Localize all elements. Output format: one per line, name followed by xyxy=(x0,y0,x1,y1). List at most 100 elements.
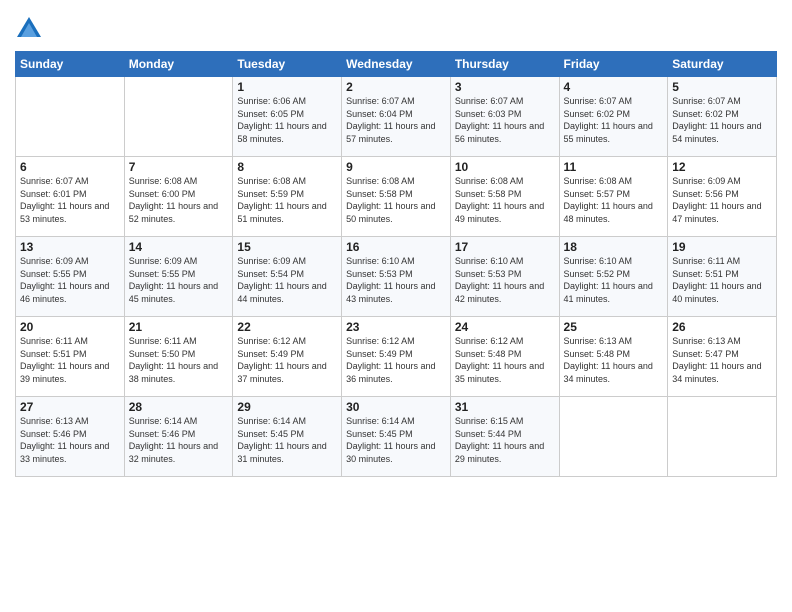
calendar-cell: 30Sunrise: 6:14 AMSunset: 5:45 PMDayligh… xyxy=(342,397,451,477)
calendar-cell: 11Sunrise: 6:08 AMSunset: 5:57 PMDayligh… xyxy=(559,157,668,237)
header-row: SundayMondayTuesdayWednesdayThursdayFrid… xyxy=(16,52,777,77)
day-number: 8 xyxy=(237,160,337,174)
week-row-4: 20Sunrise: 6:11 AMSunset: 5:51 PMDayligh… xyxy=(16,317,777,397)
cell-info: Sunrise: 6:08 AMSunset: 6:00 PMDaylight:… xyxy=(129,175,229,225)
day-number: 2 xyxy=(346,80,446,94)
calendar-cell: 5Sunrise: 6:07 AMSunset: 6:02 PMDaylight… xyxy=(668,77,777,157)
cell-info: Sunrise: 6:13 AMSunset: 5:47 PMDaylight:… xyxy=(672,335,772,385)
week-row-5: 27Sunrise: 6:13 AMSunset: 5:46 PMDayligh… xyxy=(16,397,777,477)
day-number: 5 xyxy=(672,80,772,94)
cell-info: Sunrise: 6:15 AMSunset: 5:44 PMDaylight:… xyxy=(455,415,555,465)
cell-info: Sunrise: 6:14 AMSunset: 5:45 PMDaylight:… xyxy=(237,415,337,465)
calendar-cell: 12Sunrise: 6:09 AMSunset: 5:56 PMDayligh… xyxy=(668,157,777,237)
day-number: 19 xyxy=(672,240,772,254)
day-number: 28 xyxy=(129,400,229,414)
header-day-saturday: Saturday xyxy=(668,52,777,77)
day-number: 20 xyxy=(20,320,120,334)
header-day-tuesday: Tuesday xyxy=(233,52,342,77)
calendar-cell: 15Sunrise: 6:09 AMSunset: 5:54 PMDayligh… xyxy=(233,237,342,317)
cell-info: Sunrise: 6:10 AMSunset: 5:52 PMDaylight:… xyxy=(564,255,664,305)
cell-info: Sunrise: 6:10 AMSunset: 5:53 PMDaylight:… xyxy=(455,255,555,305)
day-number: 9 xyxy=(346,160,446,174)
week-row-3: 13Sunrise: 6:09 AMSunset: 5:55 PMDayligh… xyxy=(16,237,777,317)
calendar-cell: 13Sunrise: 6:09 AMSunset: 5:55 PMDayligh… xyxy=(16,237,125,317)
calendar-cell: 31Sunrise: 6:15 AMSunset: 5:44 PMDayligh… xyxy=(450,397,559,477)
calendar-container: SundayMondayTuesdayWednesdayThursdayFrid… xyxy=(0,0,792,612)
cell-info: Sunrise: 6:09 AMSunset: 5:56 PMDaylight:… xyxy=(672,175,772,225)
cell-info: Sunrise: 6:09 AMSunset: 5:54 PMDaylight:… xyxy=(237,255,337,305)
day-number: 11 xyxy=(564,160,664,174)
calendar-cell: 9Sunrise: 6:08 AMSunset: 5:58 PMDaylight… xyxy=(342,157,451,237)
day-number: 25 xyxy=(564,320,664,334)
calendar-cell: 18Sunrise: 6:10 AMSunset: 5:52 PMDayligh… xyxy=(559,237,668,317)
cell-info: Sunrise: 6:11 AMSunset: 5:51 PMDaylight:… xyxy=(20,335,120,385)
calendar-cell: 23Sunrise: 6:12 AMSunset: 5:49 PMDayligh… xyxy=(342,317,451,397)
cell-info: Sunrise: 6:08 AMSunset: 5:57 PMDaylight:… xyxy=(564,175,664,225)
day-number: 15 xyxy=(237,240,337,254)
logo-icon xyxy=(15,15,43,43)
cell-info: Sunrise: 6:08 AMSunset: 5:58 PMDaylight:… xyxy=(455,175,555,225)
calendar-cell: 16Sunrise: 6:10 AMSunset: 5:53 PMDayligh… xyxy=(342,237,451,317)
calendar-cell: 19Sunrise: 6:11 AMSunset: 5:51 PMDayligh… xyxy=(668,237,777,317)
calendar-cell: 1Sunrise: 6:06 AMSunset: 6:05 PMDaylight… xyxy=(233,77,342,157)
cell-info: Sunrise: 6:08 AMSunset: 5:59 PMDaylight:… xyxy=(237,175,337,225)
week-row-1: 1Sunrise: 6:06 AMSunset: 6:05 PMDaylight… xyxy=(16,77,777,157)
calendar-cell: 4Sunrise: 6:07 AMSunset: 6:02 PMDaylight… xyxy=(559,77,668,157)
day-number: 31 xyxy=(455,400,555,414)
day-number: 30 xyxy=(346,400,446,414)
calendar-cell: 28Sunrise: 6:14 AMSunset: 5:46 PMDayligh… xyxy=(124,397,233,477)
cell-info: Sunrise: 6:07 AMSunset: 6:04 PMDaylight:… xyxy=(346,95,446,145)
cell-info: Sunrise: 6:14 AMSunset: 5:46 PMDaylight:… xyxy=(129,415,229,465)
header-day-thursday: Thursday xyxy=(450,52,559,77)
cell-info: Sunrise: 6:12 AMSunset: 5:48 PMDaylight:… xyxy=(455,335,555,385)
calendar-cell: 7Sunrise: 6:08 AMSunset: 6:00 PMDaylight… xyxy=(124,157,233,237)
day-number: 24 xyxy=(455,320,555,334)
calendar-cell: 26Sunrise: 6:13 AMSunset: 5:47 PMDayligh… xyxy=(668,317,777,397)
day-number: 29 xyxy=(237,400,337,414)
day-number: 17 xyxy=(455,240,555,254)
calendar-cell: 24Sunrise: 6:12 AMSunset: 5:48 PMDayligh… xyxy=(450,317,559,397)
calendar-cell: 22Sunrise: 6:12 AMSunset: 5:49 PMDayligh… xyxy=(233,317,342,397)
calendar-cell: 8Sunrise: 6:08 AMSunset: 5:59 PMDaylight… xyxy=(233,157,342,237)
cell-info: Sunrise: 6:12 AMSunset: 5:49 PMDaylight:… xyxy=(237,335,337,385)
cell-info: Sunrise: 6:14 AMSunset: 5:45 PMDaylight:… xyxy=(346,415,446,465)
calendar-cell: 14Sunrise: 6:09 AMSunset: 5:55 PMDayligh… xyxy=(124,237,233,317)
calendar-cell: 21Sunrise: 6:11 AMSunset: 5:50 PMDayligh… xyxy=(124,317,233,397)
cell-info: Sunrise: 6:11 AMSunset: 5:50 PMDaylight:… xyxy=(129,335,229,385)
day-number: 27 xyxy=(20,400,120,414)
week-row-2: 6Sunrise: 6:07 AMSunset: 6:01 PMDaylight… xyxy=(16,157,777,237)
cell-info: Sunrise: 6:09 AMSunset: 5:55 PMDaylight:… xyxy=(129,255,229,305)
day-number: 13 xyxy=(20,240,120,254)
cell-info: Sunrise: 6:07 AMSunset: 6:03 PMDaylight:… xyxy=(455,95,555,145)
cell-info: Sunrise: 6:07 AMSunset: 6:02 PMDaylight:… xyxy=(564,95,664,145)
calendar-cell: 20Sunrise: 6:11 AMSunset: 5:51 PMDayligh… xyxy=(16,317,125,397)
day-number: 10 xyxy=(455,160,555,174)
calendar-cell: 6Sunrise: 6:07 AMSunset: 6:01 PMDaylight… xyxy=(16,157,125,237)
cell-info: Sunrise: 6:07 AMSunset: 6:01 PMDaylight:… xyxy=(20,175,120,225)
day-number: 6 xyxy=(20,160,120,174)
calendar-cell: 2Sunrise: 6:07 AMSunset: 6:04 PMDaylight… xyxy=(342,77,451,157)
calendar-cell: 29Sunrise: 6:14 AMSunset: 5:45 PMDayligh… xyxy=(233,397,342,477)
day-number: 23 xyxy=(346,320,446,334)
cell-info: Sunrise: 6:11 AMSunset: 5:51 PMDaylight:… xyxy=(672,255,772,305)
cell-info: Sunrise: 6:08 AMSunset: 5:58 PMDaylight:… xyxy=(346,175,446,225)
cell-info: Sunrise: 6:13 AMSunset: 5:48 PMDaylight:… xyxy=(564,335,664,385)
header xyxy=(15,10,777,43)
calendar-cell xyxy=(668,397,777,477)
calendar-cell xyxy=(124,77,233,157)
cell-info: Sunrise: 6:13 AMSunset: 5:46 PMDaylight:… xyxy=(20,415,120,465)
cell-info: Sunrise: 6:10 AMSunset: 5:53 PMDaylight:… xyxy=(346,255,446,305)
calendar-cell xyxy=(559,397,668,477)
cell-info: Sunrise: 6:09 AMSunset: 5:55 PMDaylight:… xyxy=(20,255,120,305)
day-number: 22 xyxy=(237,320,337,334)
calendar-table: SundayMondayTuesdayWednesdayThursdayFrid… xyxy=(15,51,777,477)
header-day-friday: Friday xyxy=(559,52,668,77)
calendar-cell: 17Sunrise: 6:10 AMSunset: 5:53 PMDayligh… xyxy=(450,237,559,317)
cell-info: Sunrise: 6:06 AMSunset: 6:05 PMDaylight:… xyxy=(237,95,337,145)
calendar-cell: 3Sunrise: 6:07 AMSunset: 6:03 PMDaylight… xyxy=(450,77,559,157)
header-day-wednesday: Wednesday xyxy=(342,52,451,77)
day-number: 3 xyxy=(455,80,555,94)
logo xyxy=(15,15,47,43)
header-day-monday: Monday xyxy=(124,52,233,77)
day-number: 12 xyxy=(672,160,772,174)
